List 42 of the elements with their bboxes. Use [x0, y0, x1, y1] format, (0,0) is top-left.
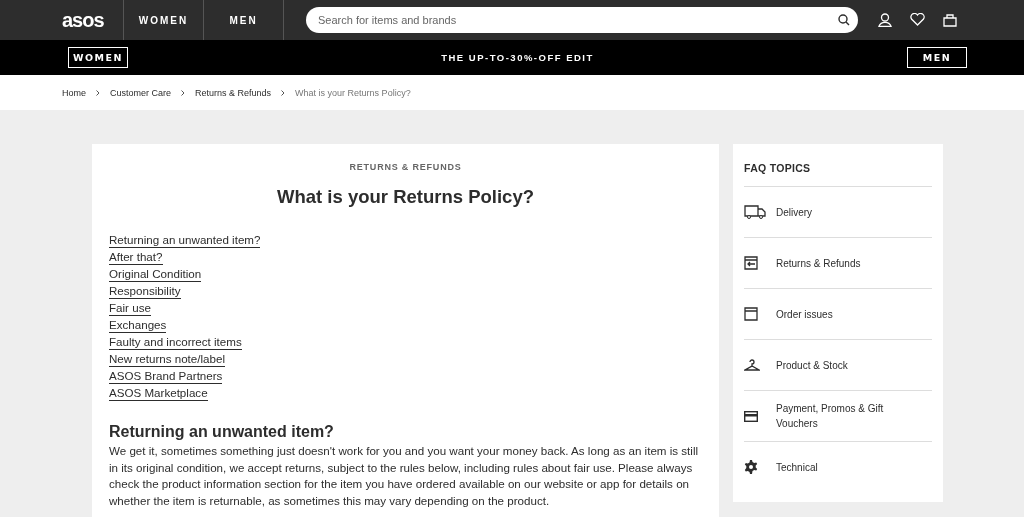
men-button[interactable]: MEN [907, 47, 967, 68]
chevron-icon [96, 89, 100, 96]
women-button[interactable]: WOMEN [68, 47, 128, 68]
topic-link[interactable]: Delivery [776, 204, 813, 220]
anchor-link[interactable]: Fair use [109, 300, 151, 316]
panel-title: FAQ TOPICS [744, 162, 932, 187]
heart-icon[interactable] [910, 13, 925, 26]
account-icon[interactable] [878, 13, 892, 27]
promo-text[interactable]: THE UP-TO-30%-OFF EDIT [441, 52, 594, 63]
anchor-link[interactable]: Exchanges [109, 317, 167, 333]
anchor-link[interactable]: New returns note/label [109, 351, 225, 367]
search-field[interactable]: Search for items and brands [306, 7, 858, 33]
anchor-link[interactable]: ASOS Marketplace [109, 385, 208, 401]
anchor-link[interactable]: Responsibility [109, 283, 181, 299]
topic-link[interactable]: Returns & Refunds [776, 255, 861, 271]
chevron-icon [281, 89, 286, 96]
breadcrumb-link[interactable]: Home [62, 87, 86, 98]
settings-icon [744, 460, 758, 474]
anchor-link[interactable]: Faulty and incorrect items [109, 334, 242, 350]
anchor-link[interactable]: ASOS Brand Partners [109, 368, 223, 384]
category-label: RETURNS & REFUNDS [348, 162, 463, 172]
topic-link[interactable]: Product & Stock [776, 357, 848, 373]
anchor-link[interactable]: After that? [109, 249, 163, 265]
chevron-icon [181, 89, 186, 96]
bag-icon[interactable] [943, 13, 957, 27]
box-icon [744, 307, 758, 321]
section-heading: Returning an unwanted item? [109, 423, 335, 441]
topic-link[interactable]: Technical [776, 459, 818, 475]
search-icon[interactable] [838, 14, 850, 26]
anchor-link[interactable]: Returning an unwanted item? [109, 232, 261, 248]
breadcrumb-link[interactable]: Returns & Refunds [195, 87, 272, 98]
topic-link[interactable]: Payment, Promos & Gift Vouchers [776, 401, 906, 431]
truck-icon [744, 205, 766, 219]
box-arrow-icon [744, 256, 758, 270]
card-icon [744, 410, 758, 422]
breadcrumb-current: What is your Returns Policy? [295, 87, 411, 98]
page-title: What is your Returns Policy? [276, 186, 535, 208]
hanger-icon [744, 359, 760, 371]
breadcrumb-link[interactable]: Customer Care [110, 87, 172, 98]
anchor-link[interactable]: Original Condition [109, 266, 202, 282]
topic-link[interactable]: Order issues [776, 306, 833, 322]
paragraph: We get it, sometimes something just doesn't work for you and you want your money back. As long as an item is still in its original condition, we accept returns, subject to the rules below, including rules about fair use. Please always check the product information section for the item you have ordered available on our website or app for details on whether the item is returnable, as sometimes this may vary depending on the product. [109, 443, 700, 509]
